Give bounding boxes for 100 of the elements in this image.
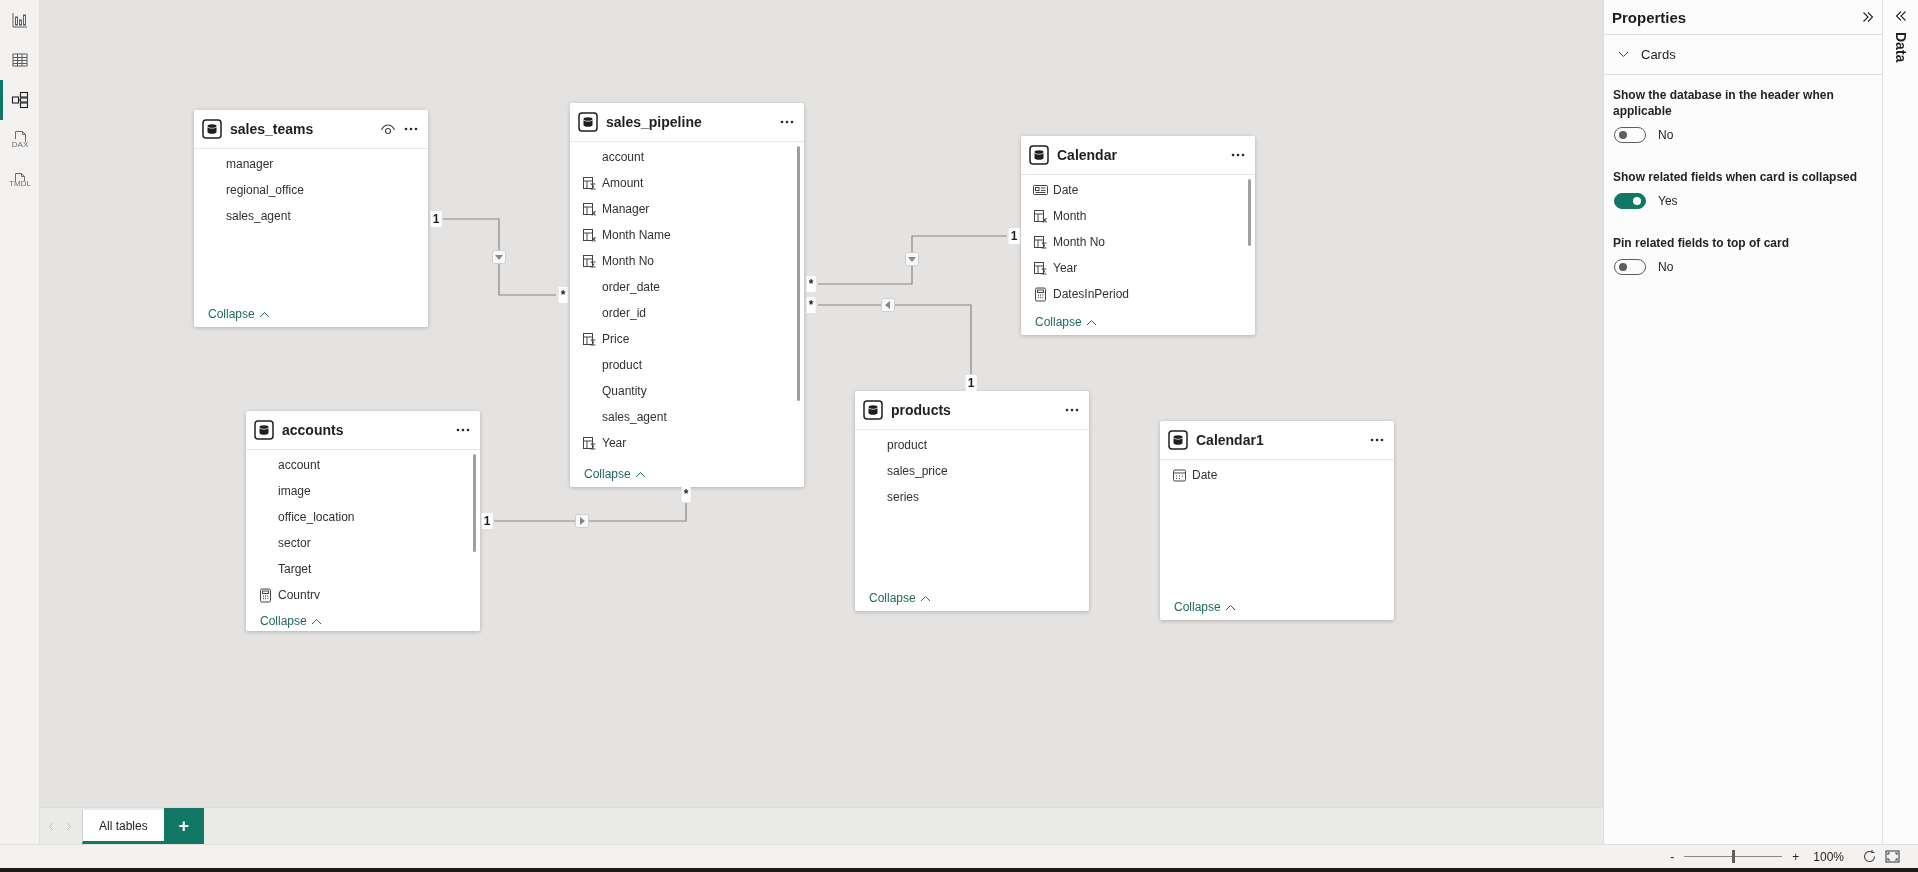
- toggle-value: No: [1658, 128, 1674, 142]
- cardinality-label: *: [806, 297, 816, 313]
- cardinality-label: 1: [1008, 228, 1020, 244]
- database-icon: [863, 400, 883, 420]
- toggle-value: No: [1658, 260, 1674, 274]
- collapse-button[interactable]: Collapse: [1174, 600, 1236, 614]
- panel-title: Properties: [1612, 8, 1687, 26]
- field-name[interactable]: Month No: [1053, 235, 1106, 249]
- table-title: Calendar: [1057, 147, 1118, 163]
- more-options-icon[interactable]: [404, 127, 418, 131]
- chevron-up-icon: [1085, 318, 1097, 326]
- fit-to-screen-icon[interactable]: [1885, 850, 1900, 863]
- collapse-button[interactable]: Collapse: [869, 591, 931, 605]
- tmdl-view-button[interactable]: TMDL: [0, 160, 40, 200]
- cardinality-label: 1: [965, 375, 977, 391]
- field-name[interactable]: Quantity: [602, 384, 647, 398]
- chevron-up-icon: [919, 594, 931, 602]
- more-options-icon[interactable]: [1231, 153, 1245, 157]
- database-icon: [254, 420, 274, 440]
- database-icon: [202, 119, 222, 139]
- field-name[interactable]: regional_office: [226, 183, 304, 197]
- zoom-out-button[interactable]: -: [1670, 850, 1675, 863]
- table-title: Calendar1: [1196, 432, 1265, 448]
- field-name[interactable]: Target: [278, 562, 312, 576]
- field-name[interactable]: Amount: [602, 176, 644, 190]
- expand-panel-icon[interactable]: [1894, 10, 1907, 22]
- database-icon: [1168, 430, 1188, 450]
- calendar-icon: [1172, 467, 1187, 483]
- calculator-icon: [258, 587, 273, 603]
- document-icon: [15, 172, 25, 182]
- field-name[interactable]: series: [887, 490, 919, 504]
- more-options-icon[interactable]: [1065, 408, 1079, 412]
- more-options-icon[interactable]: [1370, 438, 1384, 442]
- field-name[interactable]: Month No: [602, 254, 655, 268]
- add-layout-button[interactable]: +: [163, 808, 204, 844]
- chevron-up-icon: [634, 470, 646, 478]
- sigma-column-icon: [1033, 260, 1048, 276]
- zoom-in-button[interactable]: +: [1792, 850, 1800, 863]
- field-name[interactable]: Year: [1053, 261, 1078, 275]
- field-name[interactable]: sales_agent: [226, 209, 291, 223]
- collapse-button[interactable]: Collapse: [1035, 315, 1097, 329]
- scrollbar-thumb[interactable]: [797, 146, 800, 402]
- id-card-icon: [1033, 182, 1048, 198]
- setting-label: Show the database in the header when applicable: [1613, 87, 1835, 119]
- field-name[interactable]: product: [887, 438, 928, 452]
- sigma-column-icon: [1033, 234, 1048, 250]
- field-name[interactable]: image: [278, 484, 311, 498]
- document-icon: [14, 131, 26, 143]
- field-name[interactable]: account: [278, 458, 321, 472]
- toggle-value: Yes: [1658, 194, 1678, 208]
- collapse-panel-icon[interactable]: [1862, 11, 1874, 23]
- more-options-icon[interactable]: [780, 120, 794, 124]
- table-icon: [11, 51, 29, 69]
- model-icon: [11, 91, 29, 109]
- field-name[interactable]: Year: [602, 436, 627, 450]
- field-name[interactable]: sales_price: [887, 464, 948, 478]
- layout-tab[interactable]: All tables: [82, 810, 164, 844]
- field-name[interactable]: order_date: [602, 280, 661, 294]
- table-title: accounts: [282, 422, 345, 438]
- collapse-button[interactable]: Collapse: [208, 307, 270, 321]
- sigma-column-icon: [582, 175, 597, 191]
- toggle-switch[interactable]: [1614, 193, 1646, 209]
- field-name[interactable]: Date: [1053, 183, 1079, 197]
- reset-icon[interactable]: [1862, 849, 1877, 864]
- fx-column-icon: [1033, 208, 1048, 224]
- field-name[interactable]: office_location: [278, 510, 355, 524]
- data-pane-tab[interactable]: Data: [1892, 32, 1909, 63]
- field-name[interactable]: Date: [1192, 468, 1218, 482]
- field-name[interactable]: Month Name: [602, 228, 671, 242]
- scrollbar-thumb[interactable]: [473, 454, 476, 552]
- field-name[interactable]: account: [602, 150, 645, 164]
- field-name[interactable]: Month: [1053, 209, 1087, 223]
- field-name[interactable]: DatesInPeriod: [1053, 287, 1130, 301]
- database-icon: [578, 112, 598, 132]
- field-name[interactable]: Manager: [602, 202, 650, 216]
- more-options-icon[interactable]: [456, 428, 470, 432]
- field-name[interactable]: sector: [278, 536, 311, 550]
- eye-icon[interactable]: [380, 123, 396, 135]
- table-title: products: [891, 402, 952, 418]
- collapse-button[interactable]: Collapse: [584, 467, 646, 481]
- setting-label: Show related fields when card is collapsed: [1613, 169, 1859, 185]
- chevron-down-icon: [1618, 51, 1629, 58]
- field-name[interactable]: Price: [602, 332, 630, 346]
- cardinality-label: *: [558, 287, 568, 303]
- dax-query-view-button[interactable]: DAX: [0, 120, 40, 160]
- cardinality-label: *: [681, 486, 691, 502]
- field-name[interactable]: manager: [226, 157, 274, 171]
- scrollbar-thumb[interactable]: [1248, 179, 1251, 246]
- section-header[interactable]: Cards: [1604, 35, 1882, 75]
- field-name[interactable]: order_id: [602, 306, 647, 320]
- table-title: sales_teams: [230, 121, 315, 137]
- sigma-column-icon: [582, 253, 597, 269]
- collapse-button[interactable]: Collapse: [260, 614, 322, 628]
- field-name[interactable]: product: [602, 358, 643, 372]
- sigma-column-icon: [582, 435, 597, 451]
- field-name[interactable]: Countrv: [278, 588, 321, 602]
- setting-label: Pin related fields to top of card: [1613, 235, 1791, 251]
- field-name[interactable]: sales_agent: [602, 410, 667, 424]
- sigma-column-icon: [582, 331, 597, 347]
- fx-column-icon: [582, 227, 597, 243]
